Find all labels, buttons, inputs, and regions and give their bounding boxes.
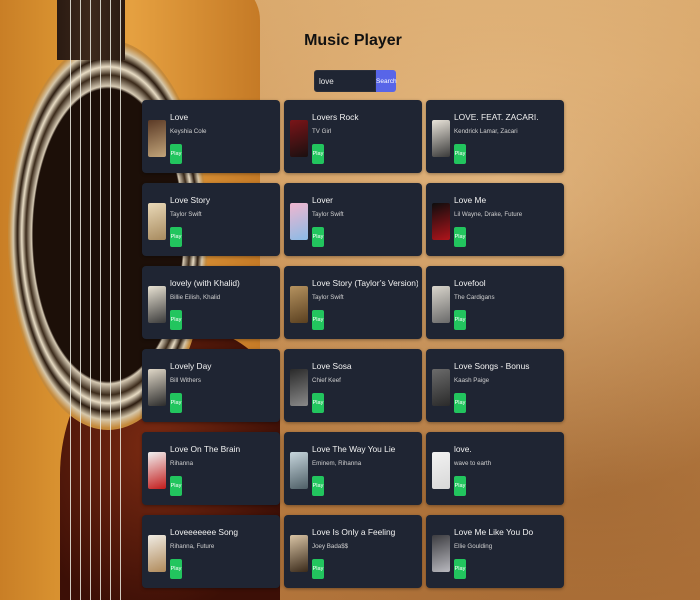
album-art-image bbox=[148, 369, 166, 406]
song-card: Love Story Taylor Swift Play bbox=[142, 183, 280, 256]
play-button[interactable]: Play bbox=[454, 144, 466, 164]
artist-name: Joey Bada$$ bbox=[312, 543, 349, 550]
album-art-image bbox=[148, 286, 166, 323]
play-button[interactable]: Play bbox=[170, 476, 182, 496]
song-title: Love The Way You Lie bbox=[312, 444, 396, 454]
artist-name: Billie Eilish, Khalid bbox=[170, 294, 221, 301]
artist-name: Taylor Swift bbox=[170, 211, 202, 218]
song-card: Loveeeeeee Song Rihanna, Future Play bbox=[142, 515, 280, 588]
artist-name: wave to earth bbox=[454, 460, 492, 467]
album-art-image bbox=[290, 203, 308, 240]
song-card: Love Story (Taylor’s Version) Taylor Swif… bbox=[284, 266, 422, 339]
album-art-image bbox=[148, 120, 166, 157]
album-art-image bbox=[432, 452, 450, 489]
song-card: Lover Taylor Swift Play bbox=[284, 183, 422, 256]
song-card: Lovely Day Bill Withers Play bbox=[142, 349, 280, 422]
artist-name: The Cardigans bbox=[454, 294, 495, 301]
album-art-image bbox=[432, 203, 450, 240]
artist-name: Rihanna, Future bbox=[170, 543, 215, 550]
song-card: Love Sosa Chief Keef Play bbox=[284, 349, 422, 422]
album-art-image bbox=[432, 120, 450, 157]
play-button[interactable]: Play bbox=[170, 393, 182, 413]
album-art-image bbox=[290, 535, 308, 572]
album-art-image bbox=[290, 452, 308, 489]
song-title: Love Me Like You Do bbox=[454, 527, 534, 537]
artist-name: Bill Withers bbox=[170, 377, 201, 384]
album-art-image bbox=[148, 452, 166, 489]
play-button[interactable]: Play bbox=[454, 393, 466, 413]
song-title: Love On The Brain bbox=[170, 444, 241, 454]
album-art-image bbox=[290, 120, 308, 157]
artist-name: Lil Wayne, Drake, Future bbox=[454, 211, 523, 218]
song-title: Love bbox=[170, 112, 189, 122]
play-button[interactable]: Play bbox=[312, 476, 324, 496]
album-art-image bbox=[148, 203, 166, 240]
play-button[interactable]: Play bbox=[170, 144, 182, 164]
artist-name: TV Girl bbox=[312, 128, 332, 135]
play-button[interactable]: Play bbox=[312, 559, 324, 579]
album-art-image bbox=[290, 286, 308, 323]
album-art-image bbox=[148, 535, 166, 572]
album-art-image bbox=[432, 369, 450, 406]
song-card: Love Songs - Bonus Kaash Paige Play bbox=[426, 349, 564, 422]
song-card: Love Me Like You Do Ellie Goulding Play bbox=[426, 515, 564, 588]
artist-name: Chief Keef bbox=[312, 377, 341, 384]
artist-name: Ellie Goulding bbox=[454, 543, 493, 550]
play-button[interactable]: Play bbox=[170, 227, 182, 247]
artist-name: Taylor Swift bbox=[312, 294, 344, 301]
song-card: lovely (with Khalid) Billie Eilish, Khali… bbox=[142, 266, 280, 339]
artist-name: Kendrick Lamar, Zacari bbox=[454, 128, 518, 135]
search-bar: Search bbox=[314, 70, 397, 92]
song-title: Love Sosa bbox=[312, 361, 352, 371]
artist-name: Taylor Swift bbox=[312, 211, 344, 218]
song-title: lovely (with Khalid) bbox=[170, 278, 240, 288]
page-title: Music Player bbox=[304, 32, 402, 49]
song-card: LOVE. FEAT. ZACARI. Kendrick Lamar, Zacar… bbox=[426, 100, 564, 173]
song-title: Lovers Rock bbox=[312, 112, 359, 122]
song-title: Loveeeeeee Song bbox=[170, 527, 238, 537]
song-title: Love Me bbox=[454, 195, 487, 205]
song-title: Love Story bbox=[170, 195, 211, 205]
album-art-image bbox=[432, 286, 450, 323]
play-button[interactable]: Play bbox=[454, 476, 466, 496]
song-title: Lovely Day bbox=[170, 361, 212, 371]
play-button[interactable]: Play bbox=[454, 559, 466, 579]
song-card: Love Keyshia Cole Play bbox=[142, 100, 280, 173]
play-button[interactable]: Play bbox=[312, 227, 324, 247]
artist-name: Keyshia Cole bbox=[170, 128, 207, 135]
song-title: Love Is Only a Feeling bbox=[312, 527, 396, 537]
song-card: Lovefool The Cardigans Play bbox=[426, 266, 564, 339]
album-art-image bbox=[432, 535, 450, 572]
song-title: LOVE. FEAT. ZACARI. bbox=[454, 112, 539, 122]
play-button[interactable]: Play bbox=[454, 227, 466, 247]
results-grid: Love Keyshia Cole Play Lovers Rock TV Girl Pl… bbox=[142, 100, 566, 588]
song-title: Love Songs - Bonus bbox=[454, 361, 530, 371]
song-card: Love The Way You Lie Eminem, Rihanna Play bbox=[284, 432, 422, 505]
play-button[interactable]: Play bbox=[170, 559, 182, 579]
play-button[interactable]: Play bbox=[454, 310, 466, 330]
song-card: Love On The Brain Rihanna Play bbox=[142, 432, 280, 505]
search-button[interactable]: Search bbox=[376, 70, 397, 92]
album-art-image bbox=[290, 369, 308, 406]
play-button[interactable]: Play bbox=[312, 310, 324, 330]
artist-name: Eminem, Rihanna bbox=[312, 460, 362, 467]
song-title: Lovefool bbox=[454, 278, 486, 288]
song-card: love. wave to earth Play bbox=[426, 432, 564, 505]
play-button[interactable]: Play bbox=[312, 393, 324, 413]
song-title: Lover bbox=[312, 195, 333, 205]
song-title: Love Story (Taylor’s Version) bbox=[312, 278, 418, 288]
guitar-strings bbox=[62, 0, 122, 600]
song-card: Lovers Rock TV Girl Play bbox=[284, 100, 422, 173]
song-title: love. bbox=[454, 444, 472, 454]
song-card: Love Is Only a Feeling Joey Bada$$ Play bbox=[284, 515, 422, 588]
artist-name: Kaash Paige bbox=[454, 377, 490, 384]
search-input[interactable] bbox=[314, 70, 376, 92]
song-card: Love Me Lil Wayne, Drake, Future Play bbox=[426, 183, 564, 256]
play-button[interactable]: Play bbox=[312, 144, 324, 164]
artist-name: Rihanna bbox=[170, 460, 194, 467]
play-button[interactable]: Play bbox=[170, 310, 182, 330]
